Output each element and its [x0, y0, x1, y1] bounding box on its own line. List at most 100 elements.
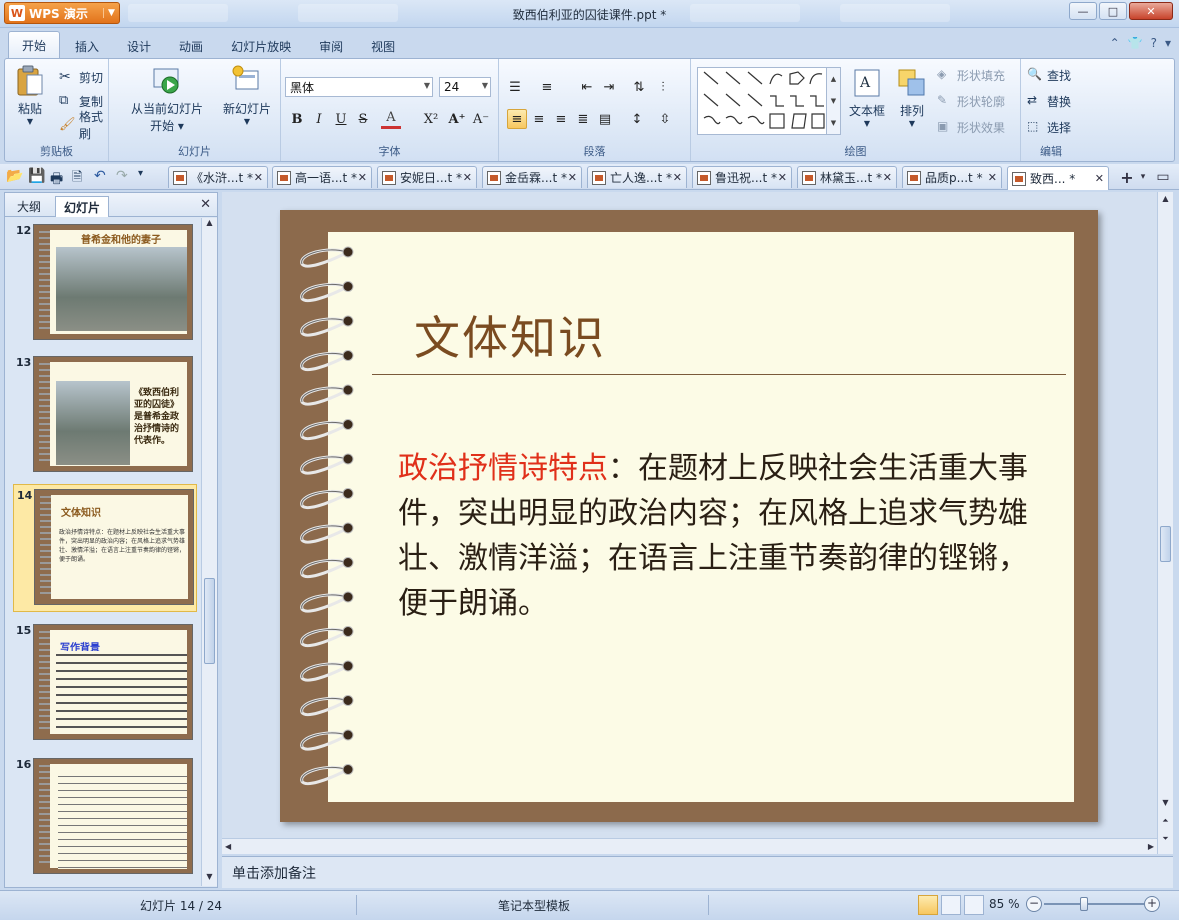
grow-font-button[interactable]: A⁺ [447, 109, 467, 129]
chevron-down-icon[interactable]: ▼ [831, 97, 836, 105]
scroll-down-icon[interactable]: ▼ [1158, 798, 1173, 807]
scroll-down-icon[interactable]: ▼ [202, 872, 217, 886]
zoom-in-button[interactable]: + [1144, 896, 1160, 912]
current-slide[interactable]: 文体知识 政治抒情诗特点：在题材上反映社会生活重大事件，突出明显的政治内容；在风… [280, 210, 1098, 822]
textbox-button[interactable]: A 文本框 ▼ [849, 67, 885, 128]
shapes-gallery-scroll[interactable]: ▲ ▼ ▼ [827, 67, 841, 135]
scrollbar-thumb[interactable] [1160, 526, 1171, 562]
tab-animation[interactable]: 动画 [166, 34, 216, 58]
scrollbar-thumb[interactable] [204, 578, 215, 664]
tab-insert[interactable]: 插入 [62, 34, 112, 58]
arrange-button[interactable]: 排列 ▼ [897, 67, 927, 128]
doc-tab[interactable]: 鲁迅祝...t * ✕ [692, 166, 792, 188]
slide-panel-scrollbar[interactable]: ▲ ▼ [201, 218, 217, 886]
slide-body-text[interactable]: 政治抒情诗特点：在题材上反映社会生活重大事件，突出明显的政治内容；在风格上追求气… [398, 446, 1038, 626]
tab-list-icon[interactable]: ▭ [1148, 167, 1178, 187]
shape-fill-button[interactable]: ◈ 形状填充 [937, 65, 1005, 85]
find-button[interactable]: 🔍 查找 [1027, 65, 1071, 85]
close-tab-icon[interactable]: ✕ [673, 171, 682, 184]
template-name[interactable]: 笔记本型模板 [498, 897, 570, 914]
numbered-list-icon[interactable]: ≡ [537, 77, 557, 97]
sorter-view-icon[interactable] [941, 895, 961, 915]
chevron-down-icon[interactable]: ▾ [1165, 36, 1171, 50]
new-slide-button[interactable]: 新幻灯片 ▼ [223, 65, 271, 126]
save-icon[interactable]: 💾 [28, 168, 45, 184]
help-icon[interactable]: ? [1151, 36, 1157, 50]
text-direction-icon[interactable]: ⇅ [629, 77, 649, 97]
tab-slides[interactable]: 幻灯片 [55, 196, 110, 217]
scroll-right-icon[interactable]: ▶ [1148, 842, 1154, 851]
slide-thumbnail-item[interactable]: 16 [13, 754, 197, 878]
doc-tab[interactable]: 品质p...t * ✕ [902, 166, 1002, 188]
play-from-current-button[interactable]: 从当前幻灯片 开始 ▾ [131, 65, 203, 134]
slide-thumbnail-item[interactable]: 15 写作背景 [13, 620, 197, 744]
shapes-gallery[interactable] [697, 67, 827, 135]
format-painter-button[interactable]: 🖌 格式刷 [59, 110, 108, 141]
slide-vertical-scrollbar[interactable]: ▲ ▼ ⏶ ⏷ [1157, 192, 1173, 854]
maximize-button[interactable]: □ [1099, 2, 1127, 20]
font-size-select[interactable]: 24 ▼ [439, 77, 491, 97]
app-menu-button[interactable]: W WPS 演示 ▼ [4, 2, 120, 24]
redo-icon[interactable]: ↷ [116, 168, 132, 184]
close-tab-icon[interactable]: ✕ [568, 171, 577, 184]
underline-button[interactable]: U [331, 109, 351, 129]
slide-thumbnail-item[interactable]: 12 普希金和他的妻子 [13, 220, 197, 344]
font-color-button[interactable]: A [381, 109, 401, 129]
bold-button[interactable]: B [287, 109, 307, 129]
tab-slideshow[interactable]: 幻灯片放映 [218, 34, 304, 58]
tab-home[interactable]: 开始 [8, 31, 61, 58]
doc-tab[interactable]: 亡人逸...t * ✕ [587, 166, 687, 188]
close-panel-icon[interactable]: ✕ [200, 197, 211, 212]
increase-indent-icon[interactable]: ⇥ [599, 77, 619, 97]
scroll-left-icon[interactable]: ◀ [225, 842, 231, 851]
tab-view[interactable]: 视图 [358, 34, 408, 58]
align-text-icon[interactable]: ⫶ [653, 77, 673, 97]
select-button[interactable]: ⬚ 选择 [1027, 117, 1071, 137]
tab-outline[interactable]: 大纲 [9, 196, 49, 217]
close-tab-icon[interactable]: ✕ [778, 171, 787, 184]
zoom-slider-handle[interactable] [1080, 897, 1088, 911]
slideshow-view-icon[interactable] [964, 895, 984, 915]
line-spacing-icon[interactable]: ↕ [627, 109, 647, 129]
next-slide-icon[interactable]: ⏷ [1158, 834, 1173, 844]
scroll-up-icon[interactable]: ▲ [202, 218, 217, 232]
decrease-indent-icon[interactable]: ⇤ [577, 77, 597, 97]
undo-icon[interactable]: ↶ [94, 168, 110, 184]
close-tab-icon[interactable]: ✕ [358, 171, 367, 184]
normal-view-icon[interactable] [918, 895, 938, 915]
shape-effect-button[interactable]: ▣ 形状效果 [937, 117, 1005, 137]
print-icon[interactable]: 🖶 [50, 168, 66, 187]
font-name-select[interactable]: 黑体 ▼ [285, 77, 433, 97]
align-left-button[interactable]: ≡ [507, 109, 527, 129]
tab-review[interactable]: 审阅 [306, 34, 356, 58]
doc-tab[interactable]: 安妮日...t * ✕ [377, 166, 477, 188]
doc-tab[interactable]: 《水浒...t * ✕ [168, 166, 268, 188]
tab-design[interactable]: 设计 [114, 34, 164, 58]
skin-icon[interactable]: 👕 [1128, 36, 1143, 50]
cut-button[interactable]: ✂ 剪切 [59, 67, 103, 87]
open-folder-icon[interactable]: 📂 [6, 168, 23, 184]
doc-tab[interactable]: 林黛玉...t * ✕ [797, 166, 897, 188]
slide-thumbnail-item[interactable]: 13 《致西伯利亚的囚徒》是普希金政治抒情诗的代表作。 [13, 352, 197, 476]
justify-button[interactable]: ≣ [573, 109, 593, 129]
close-tab-icon[interactable]: ✕ [1095, 172, 1104, 185]
align-right-button[interactable]: ≡ [551, 109, 571, 129]
close-tab-icon[interactable]: ✕ [883, 171, 892, 184]
close-button[interactable]: ✕ [1129, 2, 1173, 20]
distribute-button[interactable]: ▤ [595, 109, 615, 129]
more-icon[interactable]: ▼ [831, 119, 836, 127]
doc-tab-active[interactable]: 致西... * ✕ [1007, 166, 1109, 190]
minimize-button[interactable]: — [1069, 2, 1097, 20]
slide-horizontal-scrollbar[interactable]: ◀ ▶ [222, 838, 1157, 854]
align-center-button[interactable]: ≡ [529, 109, 549, 129]
replace-button[interactable]: ⇄ 替换 [1027, 91, 1071, 111]
slide-thumbnail-item-selected[interactable]: 14 文体知识 政治抒情诗特点：在题材上反映社会生活重大事件，突出明显的政治内容… [13, 484, 197, 612]
superscript-button[interactable]: X² [421, 109, 441, 129]
shrink-font-button[interactable]: A⁻ [471, 109, 491, 129]
print-preview-icon[interactable]: 🗎 [72, 168, 88, 185]
notes-pane[interactable]: 单击添加备注 [222, 856, 1173, 888]
shape-outline-button[interactable]: ✎ 形状轮廓 [937, 91, 1005, 111]
collapse-ribbon-icon[interactable]: ⌃ [1110, 36, 1120, 50]
slide-heading[interactable]: 文体知识 [414, 302, 606, 368]
zoom-out-button[interactable]: − [1026, 896, 1042, 912]
